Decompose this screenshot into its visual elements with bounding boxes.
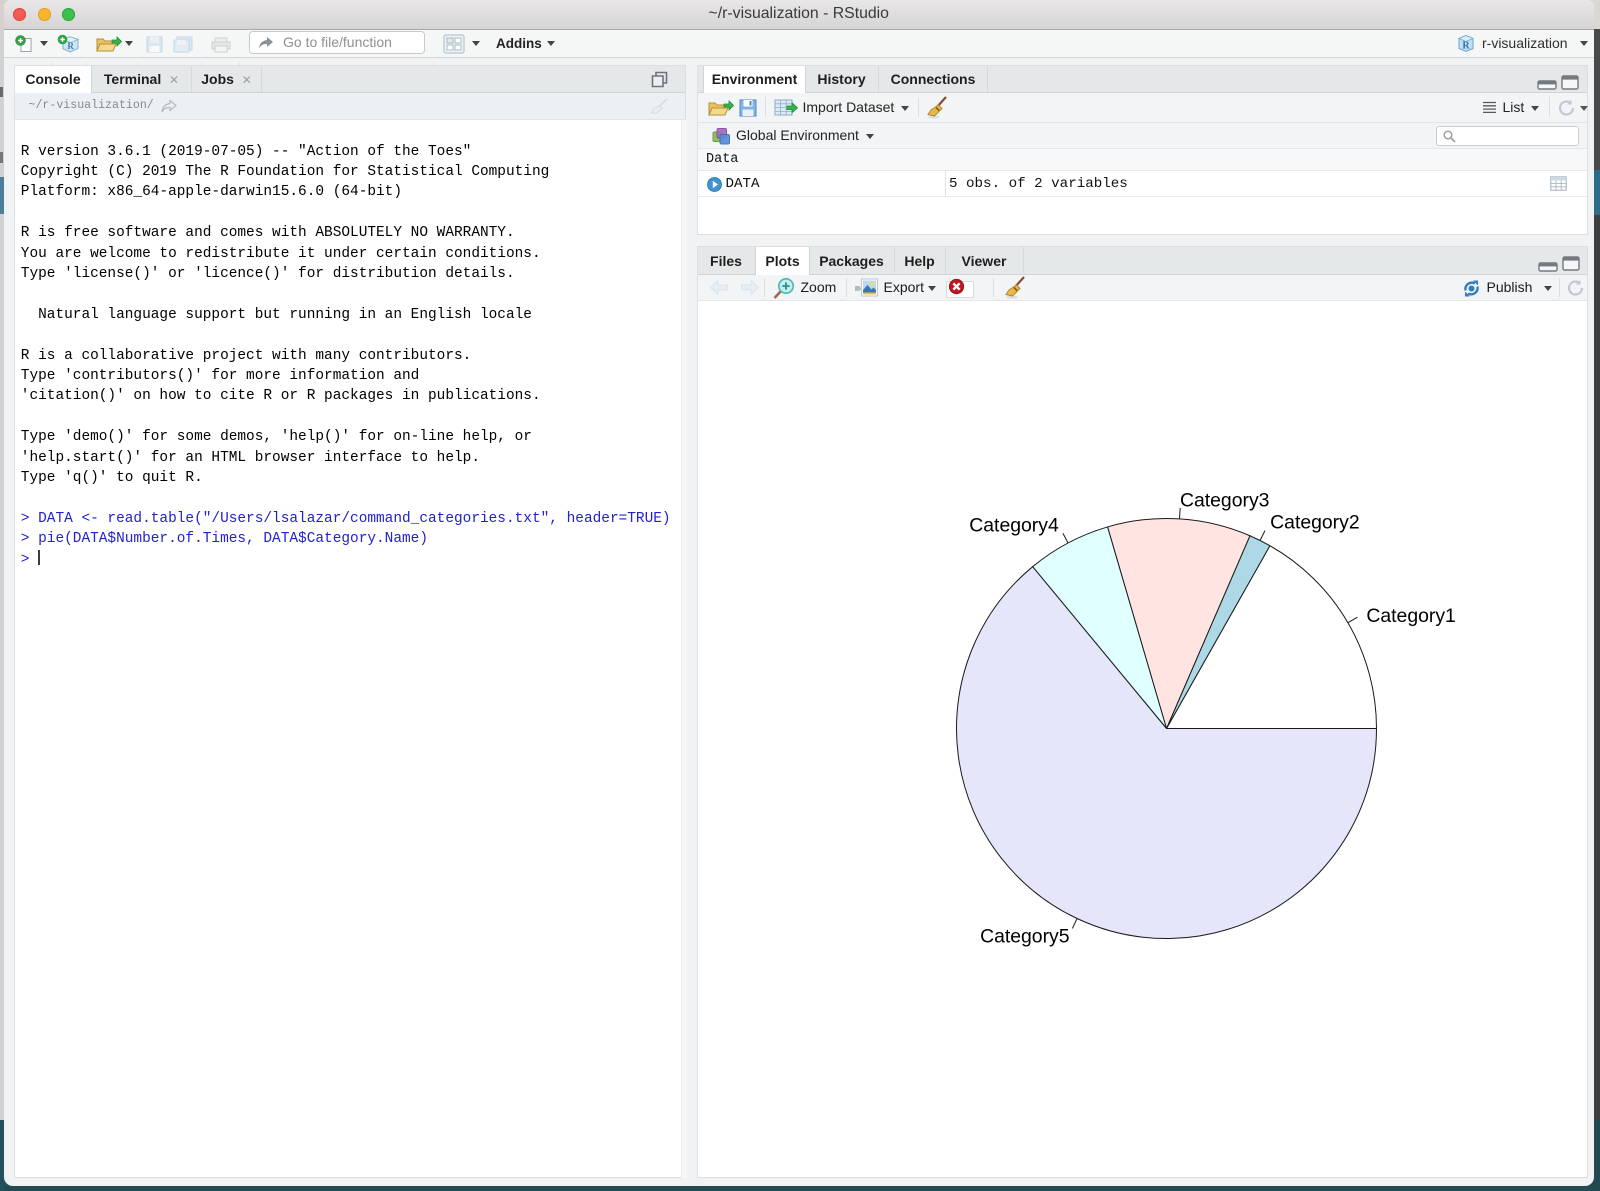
svg-text:Category1: Category1 [1366,605,1455,627]
svg-text:Category5: Category5 [980,925,1069,947]
svg-text:Category3: Category3 [1179,489,1268,511]
svg-text:R: R [67,41,74,51]
svg-text:Category2: Category2 [1270,511,1359,533]
svg-text:Category4: Category4 [969,514,1059,536]
svg-text:R: R [1462,40,1470,51]
